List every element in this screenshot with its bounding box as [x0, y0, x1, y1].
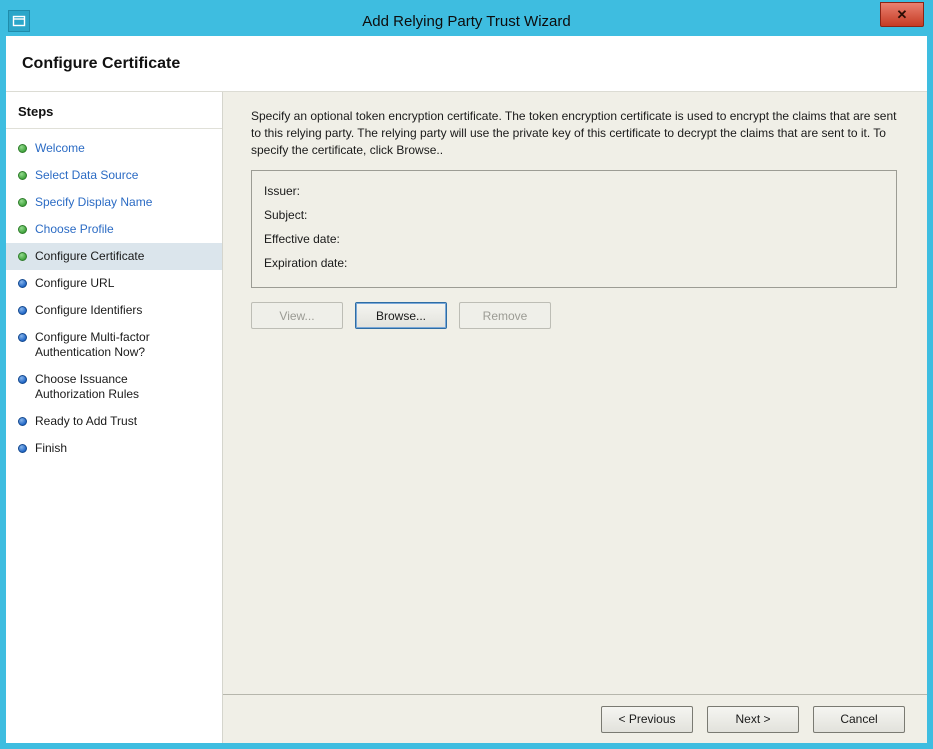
- wizard-window: Add Relying Party Trust Wizard ✕ Configu…: [0, 0, 933, 749]
- step-description: Specify an optional token encryption cer…: [251, 108, 897, 158]
- previous-button[interactable]: < Previous: [601, 706, 693, 733]
- steps-sidebar: Steps Welcome Select Data Source Specify D…: [6, 92, 223, 743]
- step-pending-icon: [18, 375, 27, 384]
- sidebar-item-configure-multi-factor-authentication-now: Configure Multi-factor Authentication No…: [6, 324, 222, 366]
- sidebar-item-configure-certificate: Configure Certificate: [6, 243, 222, 270]
- footer-buttons: < Previous Next > Cancel: [223, 695, 927, 743]
- sidebar-item-label: Configure Multi-factor Authentication No…: [35, 330, 188, 360]
- page-title: Configure Certificate: [22, 55, 180, 73]
- step-pending-icon: [18, 417, 27, 426]
- step-complete-icon: [18, 252, 27, 261]
- sidebar-item-choose-issuance-authorization-rules: Choose Issuance Authorization Rules: [6, 366, 222, 408]
- sidebar-item-ready-to-add-trust: Ready to Add Trust: [6, 408, 222, 435]
- sidebar-item-configure-identifiers: Configure Identifiers: [6, 297, 222, 324]
- sidebar-item-label: Specify Display Name: [35, 195, 152, 210]
- wizard-body: Steps Welcome Select Data Source Specify D…: [6, 92, 927, 743]
- main-content: Specify an optional token encryption cer…: [223, 92, 927, 329]
- sidebar-item-welcome[interactable]: Welcome: [6, 135, 222, 162]
- sidebar-item-label: Choose Profile: [35, 222, 114, 237]
- sidebar-item-label: Choose Issuance Authorization Rules: [35, 372, 188, 402]
- sidebar-item-label: Select Data Source: [35, 168, 138, 183]
- close-icon: ✕: [897, 7, 908, 23]
- sidebar-item-label: Configure URL: [35, 276, 114, 291]
- step-pending-icon: [18, 444, 27, 453]
- sidebar-item-label: Configure Certificate: [35, 249, 144, 264]
- step-pending-icon: [18, 306, 27, 315]
- sidebar-item-configure-url: Configure URL: [6, 270, 222, 297]
- window-title: Add Relying Party Trust Wizard: [6, 13, 927, 30]
- sidebar-item-label: Finish: [35, 441, 67, 456]
- close-button[interactable]: ✕: [880, 2, 924, 27]
- cancel-button[interactable]: Cancel: [813, 706, 905, 733]
- certificate-field-issuer: Issuer:: [264, 179, 884, 203]
- sidebar-item-choose-profile[interactable]: Choose Profile: [6, 216, 222, 243]
- certificate-details-box: Issuer:Subject:Effective date:Expiration…: [251, 170, 897, 288]
- certificate-buttons: View... Browse... Remove: [251, 302, 897, 329]
- step-pending-icon: [18, 333, 27, 342]
- sidebar-item-finish: Finish: [6, 435, 222, 462]
- sidebar-item-label: Welcome: [35, 141, 85, 156]
- certificate-field-subject: Subject:: [264, 203, 884, 227]
- view-button: View...: [251, 302, 343, 329]
- step-complete-icon: [18, 144, 27, 153]
- steps-heading: Steps: [6, 92, 222, 129]
- sidebar-item-specify-display-name[interactable]: Specify Display Name: [6, 189, 222, 216]
- sidebar-item-label: Ready to Add Trust: [35, 414, 137, 429]
- step-pending-icon: [18, 279, 27, 288]
- certificate-field-effective-date: Effective date:: [264, 227, 884, 251]
- step-complete-icon: [18, 225, 27, 234]
- title-bar: Add Relying Party Trust Wizard ✕: [6, 6, 927, 36]
- step-complete-icon: [18, 171, 27, 180]
- main-panel: Specify an optional token encryption cer…: [223, 92, 927, 743]
- sidebar-item-select-data-source[interactable]: Select Data Source: [6, 162, 222, 189]
- certificate-field-expiration-date: Expiration date:: [264, 251, 884, 275]
- remove-button: Remove: [459, 302, 551, 329]
- page-header: Configure Certificate: [6, 36, 927, 92]
- step-complete-icon: [18, 198, 27, 207]
- next-button[interactable]: Next >: [707, 706, 799, 733]
- browse-button[interactable]: Browse...: [355, 302, 447, 329]
- steps-list: Welcome Select Data Source Specify Display…: [6, 129, 222, 462]
- sidebar-item-label: Configure Identifiers: [35, 303, 142, 318]
